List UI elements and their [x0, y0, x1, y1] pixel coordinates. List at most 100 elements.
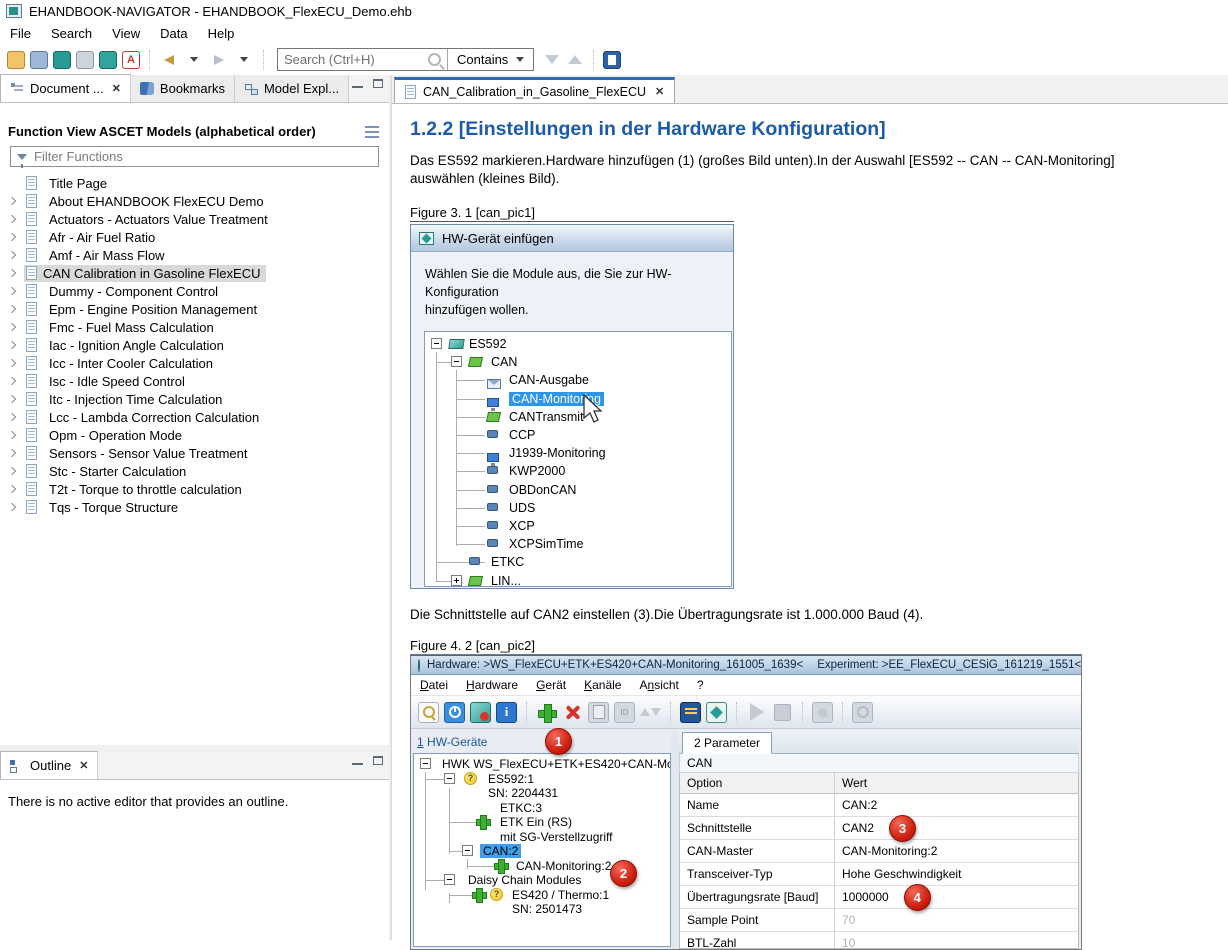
tab-document-[interactable]: Document ...✕ [0, 74, 131, 102]
id-icon[interactable] [614, 702, 635, 723]
parameter-row[interactable]: NameCAN:2 [680, 794, 1078, 817]
function-tree-item[interactable]: Fmc - Fuel Mass Calculation [0, 318, 389, 336]
hw-menu-item-hardware[interactable]: Hardware [457, 676, 527, 694]
chevron-right-icon[interactable] [8, 503, 16, 511]
function-tree-item[interactable]: About EHANDBOOK FlexECU Demo [0, 192, 389, 210]
chevron-right-icon[interactable] [8, 287, 16, 295]
function-tree-item[interactable]: Afr - Air Fuel Ratio [0, 228, 389, 246]
minimize-icon[interactable] [352, 756, 363, 765]
power-icon[interactable] [444, 702, 465, 723]
parameter-row[interactable]: Sample Point70 [680, 909, 1078, 932]
function-tree-item[interactable]: Sensors - Sensor Value Treatment [0, 444, 389, 462]
module-tree-item[interactable]: CCP [425, 426, 731, 444]
open-icon[interactable] [7, 51, 25, 69]
find-icon[interactable] [852, 702, 873, 723]
tab-bookmarks[interactable]: Bookmarks [131, 75, 235, 102]
chevron-right-icon[interactable] [8, 431, 16, 439]
function-tree-item[interactable]: Actuators - Actuators Value Treatment [0, 210, 389, 228]
flash-icon[interactable] [812, 702, 833, 723]
tab-can-calibration[interactable]: CAN_Calibration_in_Gasoline_FlexECU ✕ [394, 77, 675, 103]
forward-dropdown-icon[interactable] [234, 51, 254, 69]
hw-tree-item[interactable]: HWK WS_FlexECU+ETK+ES420+CAN-Moni [414, 757, 670, 772]
parameter-row[interactable]: Übertragungsrate [Baud]10000004 [680, 886, 1078, 909]
info-icon[interactable] [496, 702, 517, 723]
chevron-right-icon[interactable] [8, 269, 16, 277]
collapse-icon[interactable] [431, 338, 442, 349]
parameter-value[interactable]: CAN-Monitoring:2 [835, 840, 1078, 862]
scroll-down-icon[interactable] [543, 51, 561, 69]
chevron-right-icon[interactable] [8, 395, 16, 403]
module-tree-item[interactable]: XCPSimTime [425, 535, 731, 553]
tab-model-expl-[interactable]: Model Expl... [235, 75, 349, 102]
collapse-icon[interactable] [420, 758, 431, 769]
search-input[interactable] [278, 50, 426, 69]
function-tree-item[interactable]: Dummy - Component Control [0, 282, 389, 300]
sort-icon[interactable] [640, 702, 661, 723]
hw-menu-item-gert[interactable]: Gerät [527, 676, 575, 694]
function-tree-item[interactable]: Tqs - Torque Structure [0, 498, 389, 516]
function-tree-item[interactable]: Icc - Inter Cooler Calculation [0, 354, 389, 372]
parameter-value[interactable]: Hohe Geschwindigkeit [835, 863, 1078, 885]
hw-tree-item[interactable]: ETKC:3 [414, 801, 670, 816]
collapse-icon[interactable] [451, 356, 462, 367]
menu-item-search[interactable]: Search [49, 24, 102, 43]
tab-outline[interactable]: Outline ✕ [0, 751, 98, 779]
parameter-row[interactable]: SchnittstelleCAN23 [680, 817, 1078, 840]
chevron-right-icon[interactable] [8, 323, 16, 331]
function-tree-item[interactable]: Isc - Idle Speed Control [0, 372, 389, 390]
hw-menu-item-kanle[interactable]: Kanäle [575, 676, 630, 694]
collapse-icon[interactable] [444, 773, 455, 784]
module-tree-item[interactable]: ETKC [425, 553, 731, 571]
copy-icon[interactable] [588, 702, 609, 723]
chevron-right-icon[interactable] [8, 305, 16, 313]
menu-item-file[interactable]: File [8, 24, 41, 43]
module-tree-item[interactable]: CAN-Ausgabe [425, 371, 731, 389]
parameter-value[interactable]: CAN23 [835, 817, 1078, 839]
maximize-icon[interactable] [373, 79, 383, 88]
hw-tree-item[interactable]: ES420 / Thermo:1SN: 2501473 [414, 888, 670, 917]
function-tree-item[interactable]: Itc - Injection Time Calculation [0, 390, 389, 408]
save-icon[interactable] [30, 51, 48, 69]
parameter-value[interactable]: CAN:2 [835, 794, 1078, 816]
add-device-icon[interactable] [536, 702, 557, 723]
device-remove-icon[interactable] [470, 702, 491, 723]
module-tree-item[interactable]: CAN [425, 353, 731, 371]
chevron-right-icon[interactable] [8, 359, 16, 367]
function-tree-item[interactable]: Iac - Ignition Angle Calculation [0, 336, 389, 354]
print-icon[interactable] [76, 51, 94, 69]
module-tree-item[interactable]: XCP [425, 517, 731, 535]
chevron-right-icon[interactable] [8, 413, 16, 421]
function-tree-item[interactable]: T2t - Torque to throttle calculation [0, 480, 389, 498]
hw-tree-item[interactable]: ES592:1SN: 2204431 [414, 772, 670, 801]
function-tree-item[interactable]: Amf - Air Mass Flow [0, 246, 389, 264]
module-tree-item[interactable]: KWP2000 [425, 462, 731, 480]
function-tree-item[interactable]: Lcc - Lambda Correction Calculation [0, 408, 389, 426]
close-icon[interactable]: ✕ [112, 82, 121, 95]
menu-item-data[interactable]: Data [158, 24, 197, 43]
ebook-icon[interactable] [53, 51, 71, 69]
filter-functions-input[interactable]: Filter Functions [10, 146, 379, 167]
minimize-icon[interactable] [352, 79, 363, 88]
view-menu-icon[interactable] [365, 126, 379, 138]
sync-settings-icon[interactable] [603, 51, 621, 69]
module-tree-item[interactable]: CANTransmit [425, 408, 731, 426]
chevron-right-icon[interactable] [8, 251, 16, 259]
chevron-right-icon[interactable] [8, 485, 16, 493]
chevron-right-icon[interactable] [8, 233, 16, 241]
chevron-right-icon[interactable] [8, 449, 16, 457]
maximize-icon[interactable] [373, 756, 383, 765]
chevron-right-icon[interactable] [8, 197, 16, 205]
function-tree-item[interactable]: Title Page [0, 174, 389, 192]
function-tree-item[interactable]: Opm - Operation Mode [0, 426, 389, 444]
hw-menu-item-datei[interactable]: Datei [411, 676, 457, 694]
module-tree-item[interactable]: J1939-Monitoring [425, 444, 731, 462]
module-tree-item[interactable]: ES592 [425, 335, 731, 353]
back-dropdown-icon[interactable] [184, 51, 204, 69]
export-icon[interactable] [99, 51, 117, 69]
close-icon[interactable]: ✕ [79, 759, 88, 772]
scroll-up-icon[interactable] [566, 51, 584, 69]
function-tree-item[interactable]: Stc - Starter Calculation [0, 462, 389, 480]
back-icon[interactable] [159, 51, 179, 69]
hw-panel-splitter[interactable] [671, 731, 679, 949]
parameter-row[interactable]: CAN-MasterCAN-Monitoring:2 [680, 840, 1078, 863]
